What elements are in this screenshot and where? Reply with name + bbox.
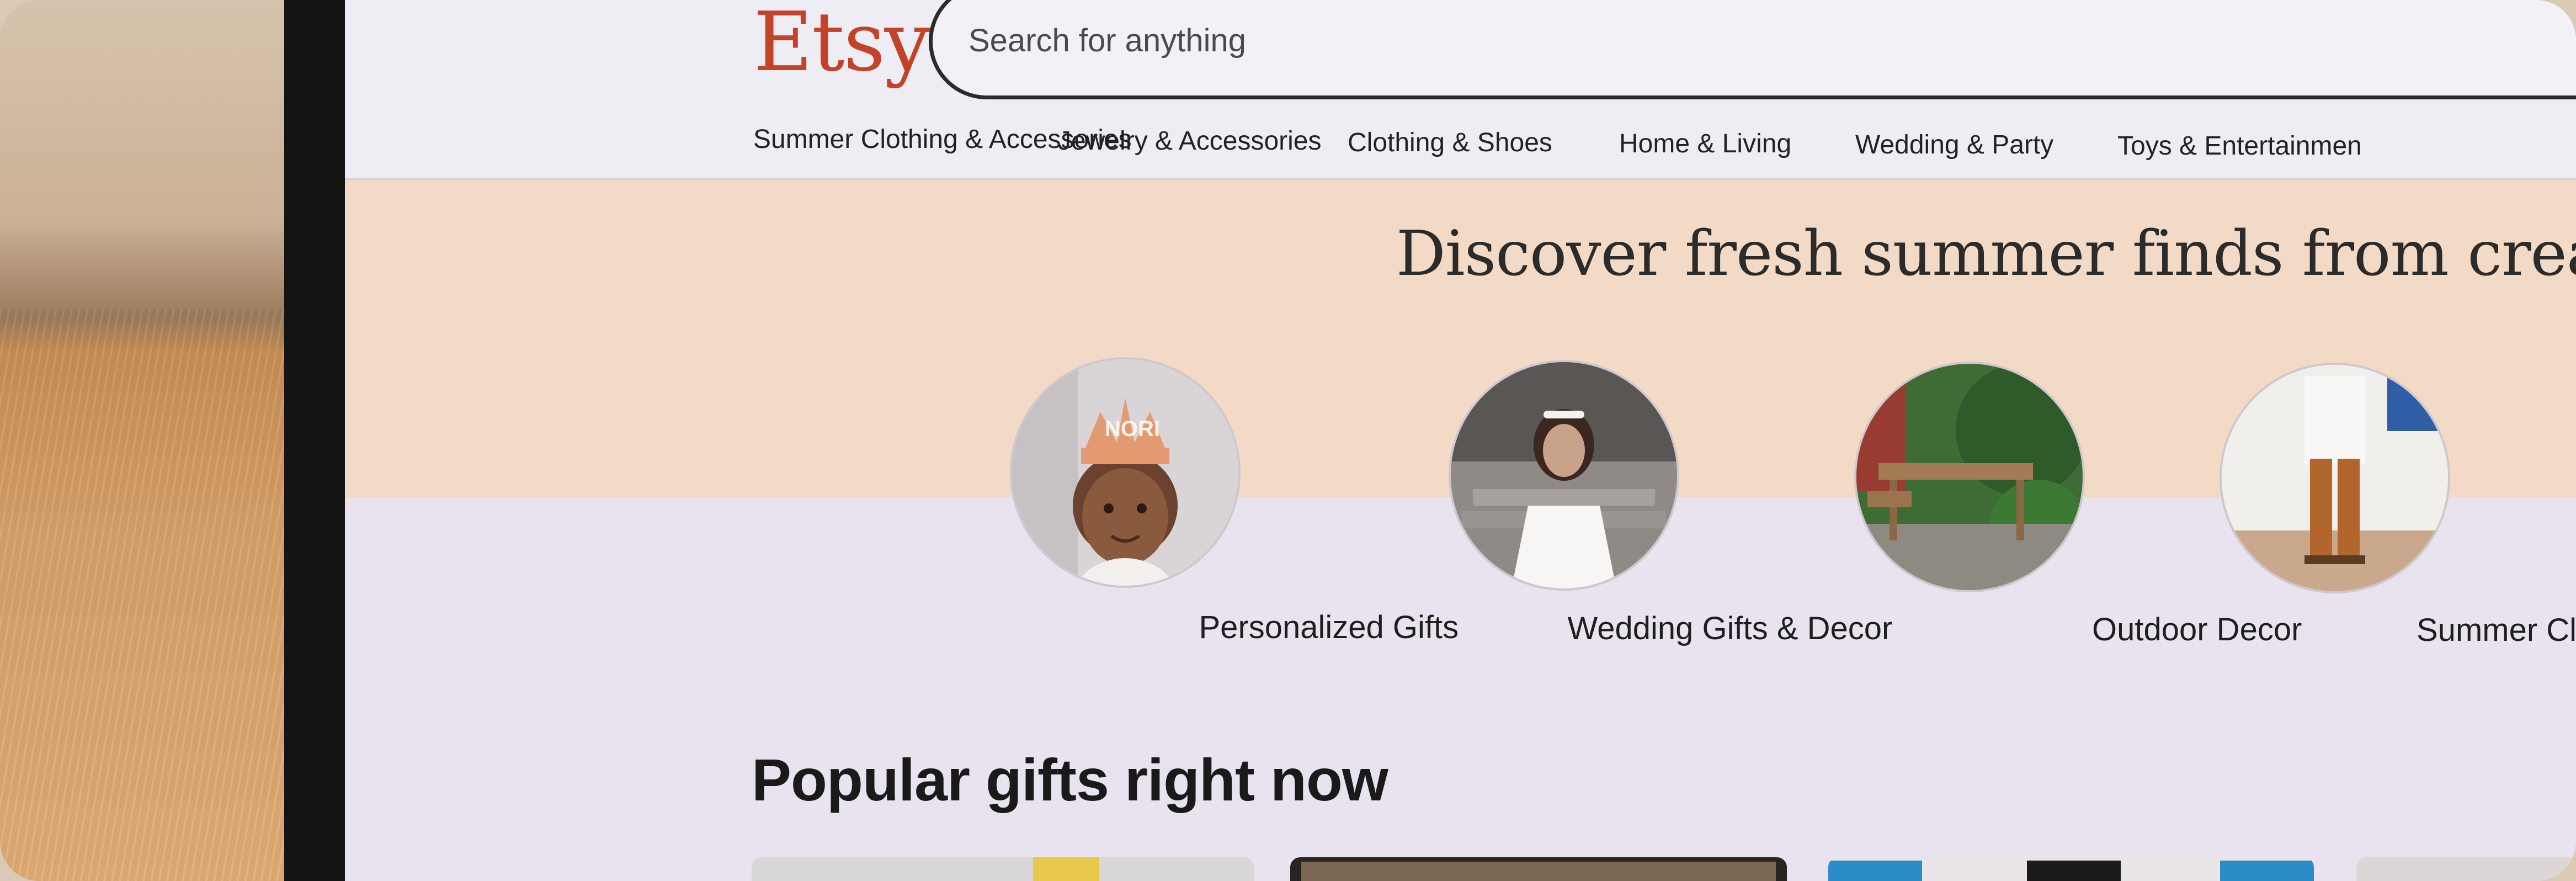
product-image-3a: [1828, 861, 1922, 881]
section-title-popular: Popular gifts right now: [752, 746, 1388, 813]
nav-item-wedding-party[interactable]: Wedding & Party: [1855, 130, 2053, 160]
nav-item-toys[interactable]: Toys & Entertainmen: [2117, 131, 2362, 161]
nav-item-clothing-shoes[interactable]: Clothing & Shoes: [1348, 128, 1552, 158]
product-card-2[interactable]: [1290, 857, 1787, 881]
crown-text: NORI: [1105, 417, 1160, 441]
product-image-3c: [2220, 861, 2314, 881]
category-image-wedding[interactable]: [1449, 360, 1679, 591]
monitor-bezel: [284, 0, 345, 881]
photo-frame: Etsy Search for anything Summer Clothing…: [0, 0, 2576, 881]
content-area: [345, 497, 2576, 881]
nav-item-jewelry[interactable]: Jewelry & Accessories: [1058, 126, 1322, 156]
category-image-summer-clothing[interactable]: [2220, 363, 2450, 593]
wood-grain: [0, 309, 298, 881]
category-label-outdoor-decor[interactable]: Outdoor Decor: [2092, 611, 2302, 648]
browser-screen: Etsy Search for anything Summer Clothing…: [345, 0, 2576, 881]
product-card-1[interactable]: [752, 857, 1254, 881]
search-input[interactable]: Search for anything: [968, 22, 1246, 59]
product-card-3[interactable]: [1828, 857, 2314, 881]
product-image-2: [1301, 862, 1776, 881]
product-card-4[interactable]: [2356, 857, 2576, 881]
category-image-personalized-gifts[interactable]: [1010, 357, 1241, 588]
product-image-3b: [2027, 861, 2121, 881]
category-label-summer-clothing[interactable]: Summer Clothing: [2417, 612, 2576, 649]
category-nav: Summer Clothing & Accessories Jewelry & …: [753, 124, 2576, 168]
etsy-logo[interactable]: Etsy: [753, 0, 930, 89]
category-label-personalized-gifts[interactable]: Personalized Gifts: [1199, 609, 1459, 646]
product-image-1: [1033, 857, 1099, 881]
site-header: Etsy Search for anything Summer Clothing…: [345, 0, 2576, 180]
category-label-wedding[interactable]: Wedding Gifts & Decor: [1568, 610, 1893, 647]
nav-item-home-living[interactable]: Home & Living: [1619, 129, 1791, 159]
hero-headline: Discover fresh summer finds from creativ…: [1396, 218, 2576, 290]
category-image-outdoor-decor[interactable]: [1854, 362, 2085, 592]
